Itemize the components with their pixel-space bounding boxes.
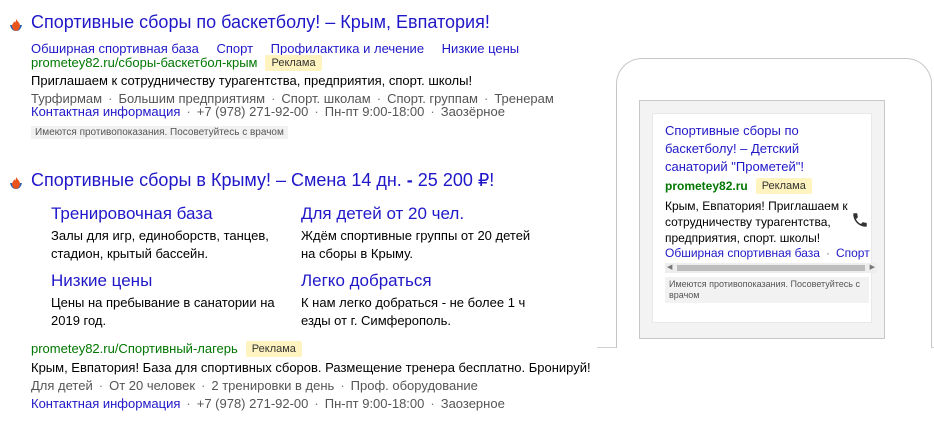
ad-badge: Реклама <box>245 341 302 357</box>
quick-link-training-base[interactable]: Тренировочная база Залы для игр, единобо… <box>51 204 281 263</box>
title-main: Спортивные сборы в Крыму! – Смена 14 дн. <box>31 170 402 190</box>
quick-link-text: Цены на пребывание в санатории на 2019 г… <box>51 295 275 328</box>
mobile-ad-card: Спортивные сборы по баскетболу! – Детски… <box>652 113 877 323</box>
callout: От 20 человек <box>109 378 196 393</box>
phone-icon[interactable] <box>851 211 869 229</box>
location: Заозёрное <box>440 104 505 119</box>
phone-number[interactable]: +7 (978) 271-92-00 <box>197 104 309 119</box>
mobile-ad-title[interactable]: Спортивные сборы по баскетболу! – Детски… <box>665 122 865 176</box>
title-price: 25 200 ₽! <box>417 170 495 190</box>
medical-warning: Имеются противопоказания. Посоветуйтесь … <box>31 126 288 139</box>
ad-title-link[interactable]: Спортивные сборы по баскетболу! – Крым, … <box>31 12 490 33</box>
scroll-right-arrow-icon[interactable]: ▶ <box>870 263 875 273</box>
quick-link-easy-access[interactable]: Легко добраться К нам легко добраться - … <box>301 271 531 330</box>
mobile-sitelink-sports-base[interactable]: Обширная спортивная база <box>665 246 820 260</box>
ad-badge: Реклама <box>265 55 322 71</box>
mobile-sitelinks-scrollbar[interactable]: ◀ ▶ <box>665 263 877 273</box>
work-hours: Пн-пт 9:00-18:00 <box>324 104 425 119</box>
callouts: Для детей · От 20 человек · 2 тренировки в д… <box>31 378 478 393</box>
quick-link-text: Залы для игр, единоборств, танцев, стади… <box>51 228 269 261</box>
location: Заозерное <box>440 396 505 411</box>
scrollbar-thumb[interactable] <box>677 265 865 271</box>
mobile-sitelink-sport[interactable]: Спорт <box>836 246 870 260</box>
quick-link-title[interactable]: Для детей от 20 чел. <box>301 204 531 224</box>
work-hours: Пн-пт 9:00-18:00 <box>324 396 425 411</box>
contact-row: Контактная информация · +7 (978) 271-92-00… <box>31 104 505 119</box>
contact-row: Контактная информация · +7 (978) 271-92-00… <box>31 396 505 411</box>
url-row: prometey82.ru/Спортивный-лагерь Реклама <box>31 340 302 357</box>
mobile-preview-frame: Спортивные сборы по баскетболу! – Детски… <box>616 58 932 348</box>
ad-title-link[interactable]: Спортивные сборы в Крыму! – Смена 14 дн.… <box>31 170 494 191</box>
quick-link-title[interactable]: Тренировочная база <box>51 204 281 224</box>
quick-links-grid: Тренировочная база Залы для игр, единобо… <box>51 204 551 344</box>
quick-link-text: Ждём спортивные группы от 20 детей на сб… <box>301 228 531 261</box>
sitelink-low-prices[interactable]: Низкие цены <box>442 41 519 56</box>
prometey-favicon-icon <box>10 177 22 189</box>
quick-link-title[interactable]: Низкие цены <box>51 271 281 291</box>
prometey-favicon-icon <box>10 19 22 31</box>
warning-row: Имеются противопоказания. Посоветуйтесь … <box>31 122 288 141</box>
quick-link-kids[interactable]: Для детей от 20 чел. Ждём спортивные гру… <box>301 204 531 263</box>
display-url[interactable]: prometey82.ru/Спортивный-лагерь <box>31 341 238 356</box>
url-row: prometey82.ru/сборы-баскетбол-крым Реклам… <box>31 54 322 71</box>
quick-link-title[interactable]: Легко добраться <box>301 271 531 291</box>
ad-text: Приглашаем к сотрудничеству турагентства… <box>31 73 473 88</box>
mobile-sitelinks: Обширная спортивная база · Спорт <box>665 246 870 260</box>
mobile-url-row: prometey82.ru Реклама <box>665 178 812 194</box>
mobile-ad-badge: Реклама <box>755 178 812 194</box>
mobile-display-url[interactable]: prometey82.ru <box>665 179 748 193</box>
scroll-left-arrow-icon[interactable]: ◀ <box>667 263 672 273</box>
callout: Для детей <box>31 378 93 393</box>
phone-number[interactable]: +7 (978) 271-92-00 <box>197 396 309 411</box>
ad-text: Крым, Евпатория! База для спортивных сбо… <box>31 360 591 375</box>
mobile-preview-screen: Спортивные сборы по баскетболу! – Детски… <box>639 100 885 339</box>
quick-link-text: К нам легко добраться - не более 1 ч езд… <box>301 295 526 328</box>
contact-info-link[interactable]: Контактная информация <box>31 396 180 411</box>
title-separator: - <box>401 170 418 190</box>
display-url[interactable]: prometey82.ru/сборы-баскетбол-крым <box>31 55 257 70</box>
quick-link-prices[interactable]: Низкие цены Цены на пребывание в санатор… <box>51 271 281 330</box>
mobile-medical-warning: Имеются противопоказания. Посоветуйтесь … <box>665 277 869 303</box>
mobile-ad-text: Крым, Евпатория! Приглашаем к сотрудниче… <box>665 199 848 245</box>
contact-info-link[interactable]: Контактная информация <box>31 104 180 119</box>
callout: 2 тренировки в день <box>211 378 335 393</box>
callout: Проф. оборудование <box>350 378 478 393</box>
